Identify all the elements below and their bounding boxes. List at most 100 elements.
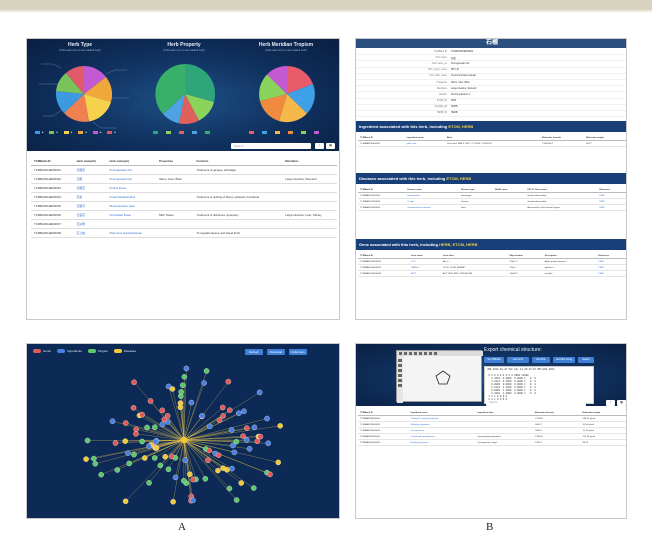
table-cell[interactable]: Punica flower: [106, 183, 157, 193]
network-node[interactable]: [172, 474, 179, 481]
network-node[interactable]: [220, 413, 226, 419]
network-node[interactable]: [147, 398, 154, 404]
column-header[interactable]: TCMBank ID: [31, 157, 74, 166]
get-smiles-button[interactable]: Get SMILES: [484, 357, 504, 363]
network-node[interactable]: [133, 431, 139, 437]
network-node[interactable]: [238, 480, 244, 486]
network-node[interactable]: [190, 476, 196, 483]
network-node[interactable]: [151, 455, 158, 461]
table-cell[interactable]: 石决明: [73, 219, 107, 229]
search-icon[interactable]: ⌕: [315, 143, 324, 149]
network-node[interactable]: [229, 465, 235, 472]
network-node[interactable]: [226, 485, 233, 492]
network-node[interactable]: [178, 389, 184, 395]
network-node[interactable]: [130, 405, 137, 411]
network-node[interactable]: [162, 453, 168, 460]
network-node[interactable]: [170, 498, 176, 505]
network-node[interactable]: [165, 466, 172, 473]
network-node[interactable]: [228, 427, 235, 433]
network-node[interactable]: [183, 365, 190, 372]
network-node[interactable]: [98, 471, 104, 478]
network-node[interactable]: [205, 457, 211, 464]
table-cell[interactable]: 石蚕花: [73, 210, 107, 220]
table-cell[interactable]: Ethylcyclopentane: [408, 439, 476, 446]
network-node[interactable]: [225, 378, 232, 385]
network-node[interactable]: [168, 453, 175, 460]
table-cell[interactable]: PMID: [597, 204, 626, 211]
network-node[interactable]: [244, 425, 250, 431]
network-node[interactable]: [159, 421, 166, 428]
network-node[interactable]: [206, 447, 212, 454]
herb-row[interactable]: TCMBANKHE000001 石榴皮 Pomegranate rind Treatm…: [31, 165, 337, 175]
column-header[interactable]: Function: [193, 157, 283, 166]
table-cell[interactable]: AKT1: [408, 270, 441, 277]
herb-row[interactable]: TCMBANKHE000006 石蚕花 Arrowhead flower Mild; …: [31, 210, 337, 220]
network-node[interactable]: [139, 411, 145, 418]
network-node[interactable]: [123, 420, 129, 426]
table-cell[interactable]: 石胆草: [73, 201, 107, 211]
network-node[interactable]: [181, 478, 187, 484]
table-cell[interactable]: 石榴皮: [73, 165, 107, 175]
molfile-output[interactable]: JME 2012-02-26 Sat Apr 11 20:43:23 GMT+8…: [484, 366, 594, 404]
grid-view-icon[interactable]: ▦: [326, 143, 335, 149]
herb-property-pie[interactable]: [135, 54, 235, 134]
network-node[interactable]: [159, 407, 166, 414]
structure-search-button[interactable]: Search: [578, 357, 594, 363]
herb-row[interactable]: TCMBANKHE000004 石蛇 Fossil Nautiloid shell T…: [31, 192, 337, 202]
column-header[interactable]: Herb name(en): [106, 157, 157, 166]
network-node[interactable]: [91, 455, 97, 462]
table-cell[interactable]: Arrowhead flower: [106, 210, 157, 220]
network-node[interactable]: [243, 437, 250, 443]
herb-row[interactable]: TCMBANKHE000003 石榴花 Punica flower: [31, 183, 337, 193]
network-node[interactable]: [236, 410, 242, 416]
network-node[interactable]: [201, 380, 207, 386]
network-node[interactable]: [256, 389, 263, 396]
network-node[interactable]: [83, 456, 89, 462]
network-node[interactable]: [182, 457, 188, 463]
network-node[interactable]: [254, 438, 261, 444]
gene-row[interactable]: TCMBANKGE000003 AKT1 AKT, PKB, RAC, PKB-AL…: [358, 270, 626, 277]
network-node[interactable]: [142, 455, 148, 461]
network-node[interactable]: [169, 386, 176, 392]
network-node[interactable]: [152, 438, 159, 445]
table-cell[interactable]: Rhododendron plant: [106, 201, 157, 211]
table-cell[interactable]: Pomegranate fruit: [106, 174, 157, 184]
ingredient-search-input[interactable]: Search: [486, 400, 586, 406]
network-node[interactable]: [190, 497, 196, 504]
herb-row[interactable]: TCMBANKHE000002 石榴 Pomegranate fruit Warm; …: [31, 174, 337, 184]
column-header[interactable]: Properties: [156, 157, 194, 166]
table-cell[interactable]: gallic acid: [404, 140, 445, 147]
search-icon[interactable]: ⌕: [606, 400, 615, 406]
network-node[interactable]: [246, 446, 253, 452]
herb-search-input[interactable]: Search: [231, 143, 311, 149]
get-inchi-button[interactable]: Get InChI: [507, 357, 529, 363]
network-node[interactable]: [180, 382, 186, 388]
network-node[interactable]: [199, 413, 205, 419]
network-node[interactable]: [251, 424, 258, 431]
network-node[interactable]: [114, 467, 121, 473]
central-herb-node[interactable]: [180, 436, 188, 444]
network-node[interactable]: [202, 476, 209, 482]
table-cell[interactable]: Fossil Nautiloid shell: [106, 192, 157, 202]
table-cell[interactable]: 石上柏: [73, 228, 107, 238]
get-mol-button[interactable]: Get MOL: [532, 357, 550, 363]
network-node[interactable]: [126, 460, 132, 467]
network-node[interactable]: [241, 408, 247, 415]
network-node[interactable]: [131, 379, 137, 385]
ingredient-row[interactable]: TCMBANKIN000001 gallic acid Quercetol, SRB…: [358, 140, 626, 147]
table-cell[interactable]: Gastrointestinal disease: [405, 204, 460, 211]
network-node[interactable]: [164, 413, 171, 419]
column-header[interactable]: Herb name(zh): [73, 157, 107, 166]
table-cell[interactable]: 石蛇: [73, 192, 107, 202]
network-node[interactable]: [220, 465, 226, 471]
get-mol-string-button[interactable]: Get MOL string: [553, 357, 575, 363]
network-node[interactable]: [240, 433, 246, 439]
column-header[interactable]: Meridians: [282, 157, 337, 166]
network-node[interactable]: [251, 485, 257, 491]
table-cell[interactable]: Pomegranate rind: [106, 165, 157, 175]
network-node[interactable]: [131, 451, 137, 458]
network-node[interactable]: [219, 404, 226, 411]
network-node[interactable]: [215, 467, 221, 474]
network-node[interactable]: [187, 471, 193, 478]
network-node[interactable]: [264, 415, 270, 422]
